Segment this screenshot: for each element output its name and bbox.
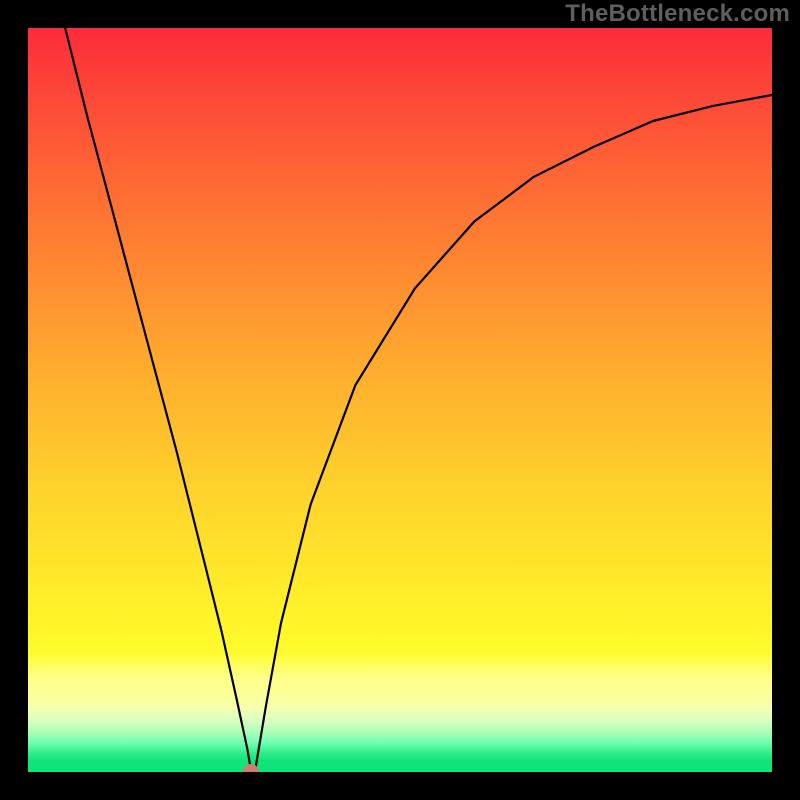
watermark-text: TheBottleneck.com: [565, 0, 790, 28]
bottleneck-curve: [28, 28, 772, 772]
chart-frame: TheBottleneck.com: [0, 0, 800, 800]
plot-area: [28, 28, 772, 772]
